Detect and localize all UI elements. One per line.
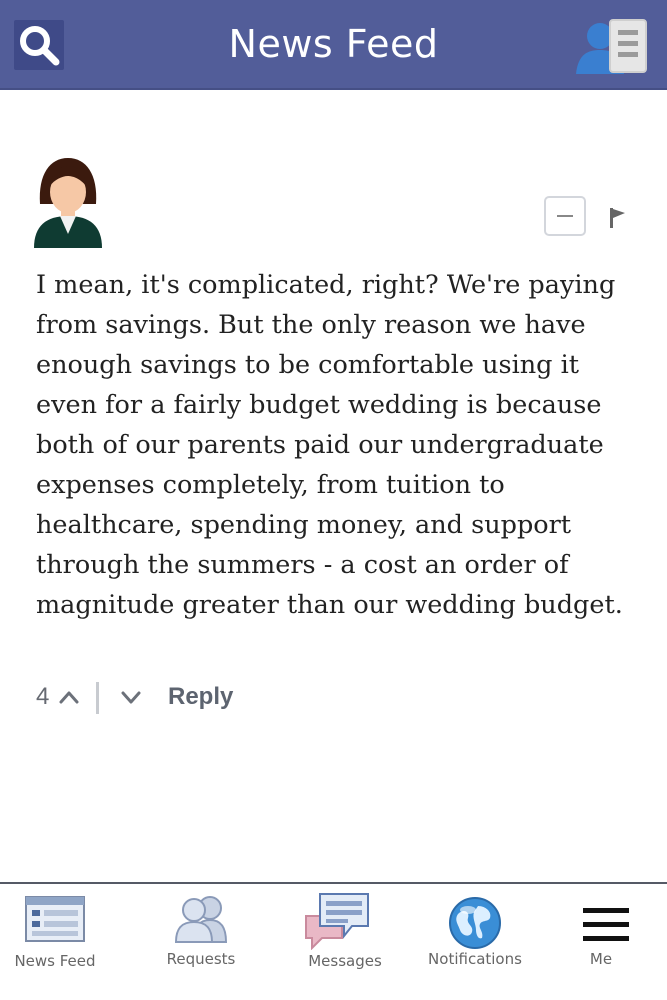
flag-icon[interactable]: [608, 207, 628, 229]
nav-messages[interactable]: Messages: [290, 884, 400, 1000]
news-feed-icon: [25, 896, 85, 942]
nav-label: Requests: [166, 950, 236, 968]
nav-label: Me: [589, 950, 613, 968]
nav-label: Notifications: [428, 950, 522, 968]
user-avatar-icon: [34, 158, 102, 248]
globe-icon: [449, 897, 501, 949]
upvote-icon[interactable]: [58, 687, 80, 707]
profile-menu-button[interactable]: [574, 16, 654, 78]
nav-news-feed[interactable]: News Feed: [0, 884, 110, 1000]
profile-list-icon: [576, 19, 647, 74]
friend-requests-icon: [174, 896, 228, 943]
nav-notifications[interactable]: Notifications: [420, 884, 530, 1000]
vote-divider: [96, 682, 99, 714]
nav-me[interactable]: Me: [546, 884, 656, 1000]
nav-requests[interactable]: Requests: [146, 884, 256, 1000]
menu-icon: [583, 908, 629, 941]
comment-text: I mean, it's complicated, right? We're p…: [36, 270, 623, 620]
avatar[interactable]: [32, 154, 104, 250]
messages-icon: [305, 893, 369, 950]
nav-label: Messages: [308, 952, 382, 970]
vote-count: 4: [36, 683, 50, 710]
minus-icon: [557, 215, 573, 217]
downvote-icon[interactable]: [120, 687, 142, 707]
collapse-button[interactable]: [544, 196, 586, 236]
bottom-nav: News Feed Requests Messages Notification…: [0, 882, 667, 1000]
reply-button[interactable]: Reply: [168, 680, 233, 714]
page-title: News Feed: [228, 22, 439, 66]
app-header: News Feed: [0, 0, 667, 90]
nav-label: News Feed: [14, 952, 96, 970]
